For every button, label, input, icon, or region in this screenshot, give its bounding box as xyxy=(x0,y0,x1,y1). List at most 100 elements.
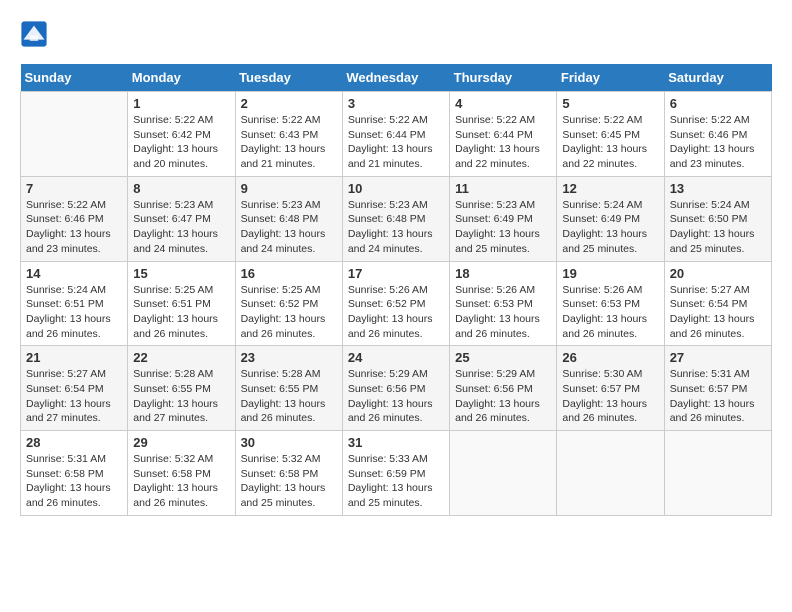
calendar-cell xyxy=(450,431,557,516)
calendar-cell: 30 Sunrise: 5:32 AM Sunset: 6:58 PM Dayli… xyxy=(235,431,342,516)
weekday-header: Tuesday xyxy=(235,64,342,92)
cell-text: Sunrise: 5:32 AM Sunset: 6:58 PM Dayligh… xyxy=(241,452,337,511)
calendar-cell: 24 Sunrise: 5:29 AM Sunset: 6:56 PM Dayli… xyxy=(342,346,449,431)
calendar-cell: 6 Sunrise: 5:22 AM Sunset: 6:46 PM Daylig… xyxy=(664,92,771,177)
calendar-cell: 17Sunrise: 5:26 AM Sunset: 6:52 PM Dayli… xyxy=(342,261,449,346)
calendar-week-row: 28 Sunrise: 5:31 AM Sunset: 6:58 PM Dayli… xyxy=(21,431,772,516)
day-number: 24 xyxy=(348,350,444,365)
calendar-cell: 26Sunrise: 5:30 AM Sunset: 6:57 PM Dayli… xyxy=(557,346,664,431)
calendar-cell: 15Sunrise: 5:25 AM Sunset: 6:51 PM Dayli… xyxy=(128,261,235,346)
day-number: 17 xyxy=(348,266,444,281)
cell-text: Sunrise: 5:23 AM Sunset: 6:48 PM Dayligh… xyxy=(241,198,337,257)
cell-text: Sunrise: 5:22 AM Sunset: 6:44 PM Dayligh… xyxy=(455,113,551,172)
calendar-cell: 27 Sunrise: 5:31 AM Sunset: 6:57 PM Dayli… xyxy=(664,346,771,431)
day-number: 19 xyxy=(562,266,658,281)
cell-text: Sunrise: 5:22 AM Sunset: 6:42 PM Dayligh… xyxy=(133,113,229,172)
calendar-cell: 7Sunrise: 5:22 AM Sunset: 6:46 PM Daylig… xyxy=(21,176,128,261)
calendar-cell: 16 Sunrise: 5:25 AM Sunset: 6:52 PM Dayli… xyxy=(235,261,342,346)
cell-text: Sunrise: 5:31 AM Sunset: 6:57 PM Dayligh… xyxy=(670,367,766,426)
logo xyxy=(20,20,50,48)
day-number: 6 xyxy=(670,96,766,111)
cell-text: Sunrise: 5:32 AM Sunset: 6:58 PM Dayligh… xyxy=(133,452,229,511)
day-number: 20 xyxy=(670,266,766,281)
calendar-cell: 29 Sunrise: 5:32 AM Sunset: 6:58 PM Dayli… xyxy=(128,431,235,516)
calendar-week-row: 21Sunrise: 5:27 AM Sunset: 6:54 PM Dayli… xyxy=(21,346,772,431)
calendar-cell: 25Sunrise: 5:29 AM Sunset: 6:56 PM Dayli… xyxy=(450,346,557,431)
cell-text: Sunrise: 5:31 AM Sunset: 6:58 PM Dayligh… xyxy=(26,452,122,511)
calendar-cell: 13Sunrise: 5:24 AM Sunset: 6:50 PM Dayli… xyxy=(664,176,771,261)
day-number: 5 xyxy=(562,96,658,111)
cell-text: Sunrise: 5:24 AM Sunset: 6:51 PM Dayligh… xyxy=(26,283,122,342)
day-number: 11 xyxy=(455,181,551,196)
calendar-cell: 8 Sunrise: 5:23 AM Sunset: 6:47 PM Daylig… xyxy=(128,176,235,261)
cell-text: Sunrise: 5:27 AM Sunset: 6:54 PM Dayligh… xyxy=(670,283,766,342)
calendar-cell: 20 Sunrise: 5:27 AM Sunset: 6:54 PM Dayli… xyxy=(664,261,771,346)
logo-icon xyxy=(20,20,48,48)
cell-text: Sunrise: 5:28 AM Sunset: 6:55 PM Dayligh… xyxy=(241,367,337,426)
calendar-cell: 31 Sunrise: 5:33 AM Sunset: 6:59 PM Dayli… xyxy=(342,431,449,516)
day-number: 27 xyxy=(670,350,766,365)
day-number: 29 xyxy=(133,435,229,450)
cell-text: Sunrise: 5:25 AM Sunset: 6:52 PM Dayligh… xyxy=(241,283,337,342)
calendar-table: SundayMondayTuesdayWednesdayThursdayFrid… xyxy=(20,64,772,516)
calendar-cell: 11 Sunrise: 5:23 AM Sunset: 6:49 PM Dayli… xyxy=(450,176,557,261)
weekday-header: Monday xyxy=(128,64,235,92)
cell-text: Sunrise: 5:29 AM Sunset: 6:56 PM Dayligh… xyxy=(348,367,444,426)
weekday-header: Wednesday xyxy=(342,64,449,92)
day-number: 9 xyxy=(241,181,337,196)
day-number: 1 xyxy=(133,96,229,111)
calendar-week-row: 7Sunrise: 5:22 AM Sunset: 6:46 PM Daylig… xyxy=(21,176,772,261)
cell-text: Sunrise: 5:22 AM Sunset: 6:44 PM Dayligh… xyxy=(348,113,444,172)
day-number: 7 xyxy=(26,181,122,196)
day-number: 3 xyxy=(348,96,444,111)
cell-text: Sunrise: 5:24 AM Sunset: 6:50 PM Dayligh… xyxy=(670,198,766,257)
day-number: 10 xyxy=(348,181,444,196)
calendar-cell xyxy=(557,431,664,516)
calendar-cell: 5 Sunrise: 5:22 AM Sunset: 6:45 PM Daylig… xyxy=(557,92,664,177)
day-number: 16 xyxy=(241,266,337,281)
day-number: 30 xyxy=(241,435,337,450)
calendar-cell: 14 Sunrise: 5:24 AM Sunset: 6:51 PM Dayli… xyxy=(21,261,128,346)
day-number: 31 xyxy=(348,435,444,450)
calendar-cell: 2 Sunrise: 5:22 AM Sunset: 6:43 PM Daylig… xyxy=(235,92,342,177)
calendar-cell: 1 Sunrise: 5:22 AM Sunset: 6:42 PM Daylig… xyxy=(128,92,235,177)
calendar-cell: 22Sunrise: 5:28 AM Sunset: 6:55 PM Dayli… xyxy=(128,346,235,431)
cell-text: Sunrise: 5:22 AM Sunset: 6:43 PM Dayligh… xyxy=(241,113,337,172)
calendar-cell: 23Sunrise: 5:28 AM Sunset: 6:55 PM Dayli… xyxy=(235,346,342,431)
day-number: 28 xyxy=(26,435,122,450)
calendar-cell: 18Sunrise: 5:26 AM Sunset: 6:53 PM Dayli… xyxy=(450,261,557,346)
cell-text: Sunrise: 5:33 AM Sunset: 6:59 PM Dayligh… xyxy=(348,452,444,511)
cell-text: Sunrise: 5:23 AM Sunset: 6:49 PM Dayligh… xyxy=(455,198,551,257)
day-number: 15 xyxy=(133,266,229,281)
weekday-header: Friday xyxy=(557,64,664,92)
header-row: SundayMondayTuesdayWednesdayThursdayFrid… xyxy=(21,64,772,92)
calendar-cell: 12Sunrise: 5:24 AM Sunset: 6:49 PM Dayli… xyxy=(557,176,664,261)
cell-text: Sunrise: 5:24 AM Sunset: 6:49 PM Dayligh… xyxy=(562,198,658,257)
day-number: 18 xyxy=(455,266,551,281)
calendar-cell xyxy=(664,431,771,516)
cell-text: Sunrise: 5:27 AM Sunset: 6:54 PM Dayligh… xyxy=(26,367,122,426)
day-number: 22 xyxy=(133,350,229,365)
weekday-header: Thursday xyxy=(450,64,557,92)
calendar-week-row: 14 Sunrise: 5:24 AM Sunset: 6:51 PM Dayli… xyxy=(21,261,772,346)
cell-text: Sunrise: 5:23 AM Sunset: 6:47 PM Dayligh… xyxy=(133,198,229,257)
calendar-cell: 3 Sunrise: 5:22 AM Sunset: 6:44 PM Daylig… xyxy=(342,92,449,177)
weekday-header: Sunday xyxy=(21,64,128,92)
calendar-cell: 4Sunrise: 5:22 AM Sunset: 6:44 PM Daylig… xyxy=(450,92,557,177)
cell-text: Sunrise: 5:26 AM Sunset: 6:53 PM Dayligh… xyxy=(562,283,658,342)
calendar-cell: 28 Sunrise: 5:31 AM Sunset: 6:58 PM Dayli… xyxy=(21,431,128,516)
weekday-header: Saturday xyxy=(664,64,771,92)
page-header xyxy=(20,20,772,48)
day-number: 8 xyxy=(133,181,229,196)
cell-text: Sunrise: 5:29 AM Sunset: 6:56 PM Dayligh… xyxy=(455,367,551,426)
cell-text: Sunrise: 5:30 AM Sunset: 6:57 PM Dayligh… xyxy=(562,367,658,426)
day-number: 14 xyxy=(26,266,122,281)
cell-text: Sunrise: 5:22 AM Sunset: 6:45 PM Dayligh… xyxy=(562,113,658,172)
day-number: 2 xyxy=(241,96,337,111)
calendar-cell: 19 Sunrise: 5:26 AM Sunset: 6:53 PM Dayli… xyxy=(557,261,664,346)
cell-text: Sunrise: 5:23 AM Sunset: 6:48 PM Dayligh… xyxy=(348,198,444,257)
cell-text: Sunrise: 5:22 AM Sunset: 6:46 PM Dayligh… xyxy=(670,113,766,172)
calendar-cell: 10 Sunrise: 5:23 AM Sunset: 6:48 PM Dayli… xyxy=(342,176,449,261)
calendar-cell: 9 Sunrise: 5:23 AM Sunset: 6:48 PM Daylig… xyxy=(235,176,342,261)
calendar-week-row: 1 Sunrise: 5:22 AM Sunset: 6:42 PM Daylig… xyxy=(21,92,772,177)
